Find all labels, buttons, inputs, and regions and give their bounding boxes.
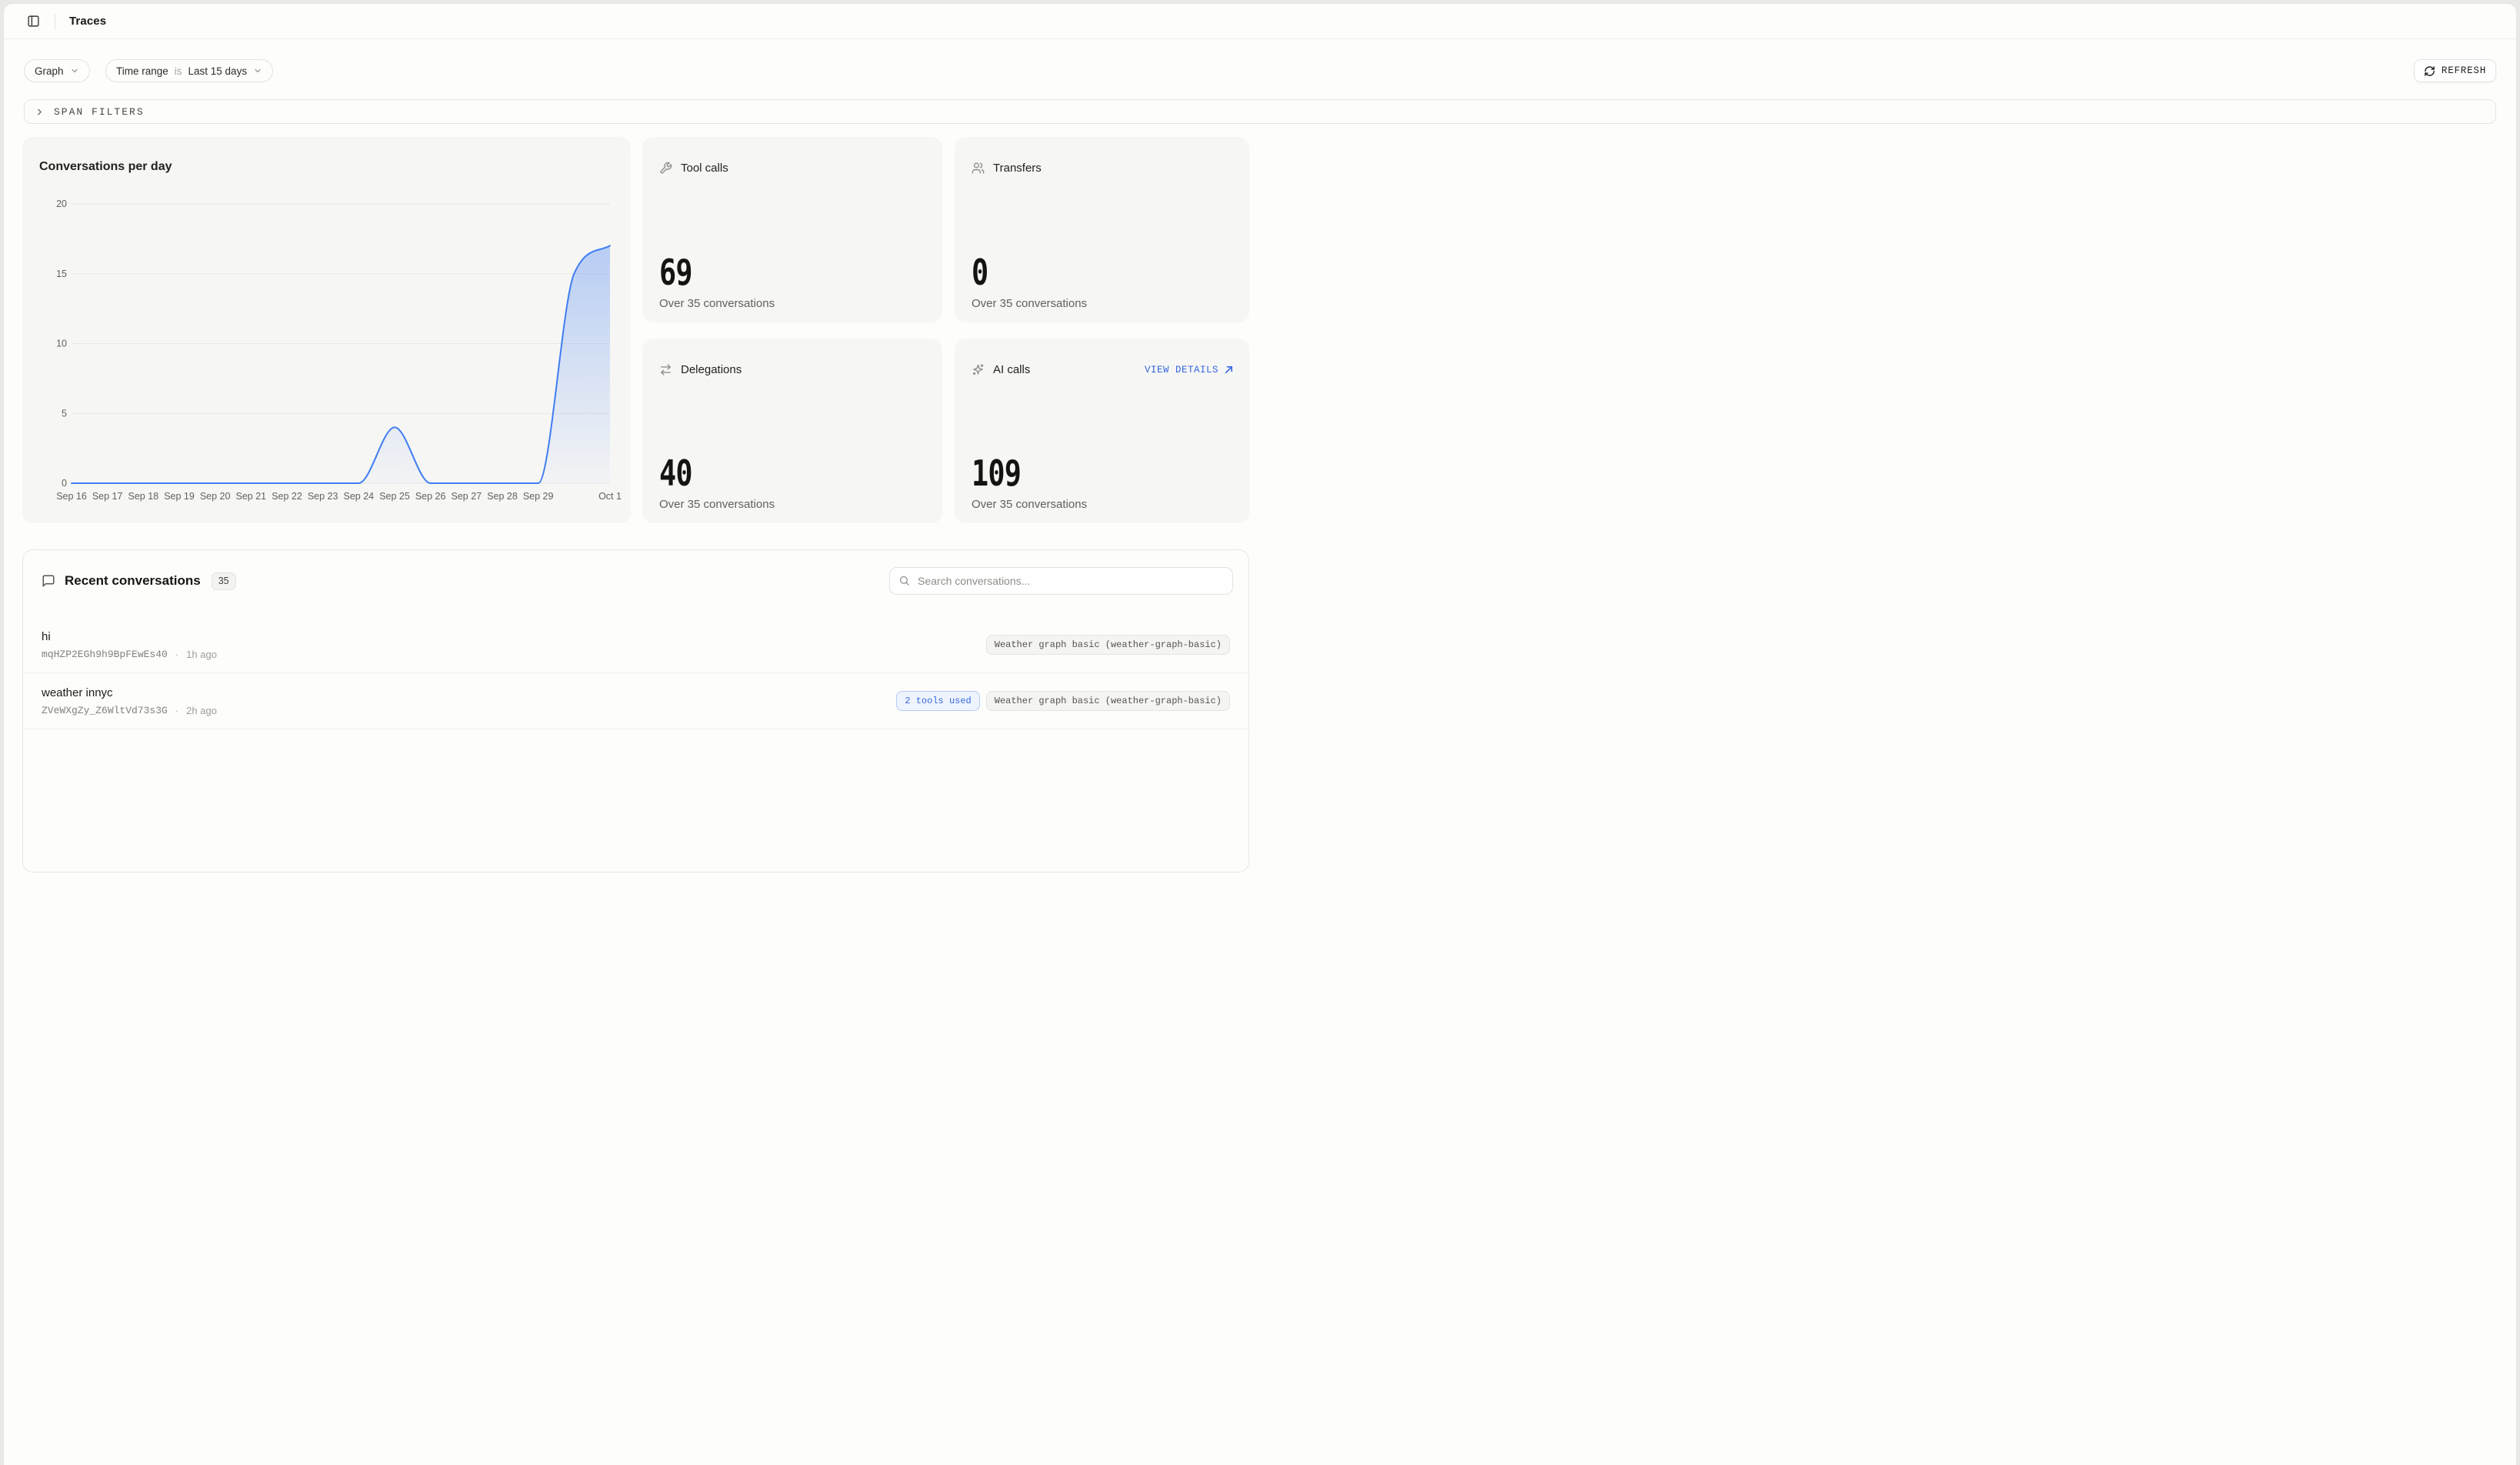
tool-calls-card: Tool calls 69 Over 35 conversations xyxy=(642,137,942,322)
arrows-right-left-icon xyxy=(659,363,672,376)
refresh-icon xyxy=(2424,65,2435,77)
chevron-down-icon xyxy=(253,66,262,75)
conversation-row[interactable]: weather innyc ZVeWXgZy_Z6WltVd73s3G · 2h… xyxy=(23,673,1248,729)
svg-text:Sep 18: Sep 18 xyxy=(128,491,159,502)
time-range-value: Last 15 days xyxy=(188,65,248,77)
svg-text:Oct 1: Oct 1 xyxy=(598,491,622,502)
svg-text:Sep 29: Sep 29 xyxy=(523,491,554,502)
stat-title: Tool calls xyxy=(681,162,728,175)
search-container xyxy=(889,567,1233,595)
conversation-time: 1h ago xyxy=(186,649,217,660)
users-icon xyxy=(972,162,985,175)
view-details-label: VIEW DETAILS xyxy=(1145,365,1218,375)
stat-value: 40 xyxy=(659,456,752,491)
time-range-filter-button[interactable]: Time range is Last 15 days xyxy=(105,59,273,82)
svg-text:0: 0 xyxy=(62,478,67,489)
agent-tag: Weather graph basic (weather-graph-basic… xyxy=(986,635,1230,655)
stat-subtitle: Over 35 conversations xyxy=(972,297,1087,310)
svg-text:Sep 28: Sep 28 xyxy=(487,491,518,502)
time-range-operator: is xyxy=(175,65,182,77)
arrow-up-right-icon xyxy=(1224,365,1234,375)
refresh-button[interactable]: REFRESH xyxy=(2414,59,2496,82)
span-filters-toggle[interactable]: SPAN FILTERS xyxy=(24,99,2496,124)
svg-text:Sep 19: Sep 19 xyxy=(164,491,195,502)
meta-separator: · xyxy=(175,649,178,660)
stat-title: Delegations xyxy=(681,363,742,376)
svg-text:5: 5 xyxy=(62,408,67,419)
svg-text:Sep 27: Sep 27 xyxy=(452,491,482,502)
stat-title: Transfers xyxy=(993,162,1042,175)
traces-page: Traces Graph Time range is Last 15 days … xyxy=(3,3,2517,1465)
svg-text:20: 20 xyxy=(56,199,67,209)
top-bar: Traces xyxy=(4,4,2516,39)
view-select-label: Graph xyxy=(35,65,64,77)
stat-subtitle: Over 35 conversations xyxy=(659,498,775,511)
stat-subtitle: Over 35 conversations xyxy=(659,297,775,310)
svg-text:Sep 26: Sep 26 xyxy=(415,491,446,502)
svg-text:Sep 24: Sep 24 xyxy=(344,491,375,502)
panel-left-icon xyxy=(27,15,40,28)
conversation-count-badge: 35 xyxy=(212,572,236,590)
stat-subtitle: Over 35 conversations xyxy=(972,498,1087,511)
stat-title: AI calls xyxy=(993,363,1030,376)
conversation-title: hi xyxy=(42,630,217,643)
search-input[interactable] xyxy=(889,567,1233,595)
conversation-row[interactable]: hi mqHZP2EGh9h9BpFEwEs40 · 1h ago Weathe… xyxy=(23,617,1248,673)
conversation-title: weather innyc xyxy=(42,686,217,699)
stat-value: 109 xyxy=(972,456,1064,491)
conversations-per-day-chart: 0 5 10 15 20 Sep 16 Sep 17 Sep 18 Sep 19 Sep 20 Se… xyxy=(22,137,631,523)
meta-separator: · xyxy=(175,705,178,716)
svg-text:Sep 22: Sep 22 xyxy=(272,491,302,502)
stat-value: 0 xyxy=(972,255,1064,290)
view-details-link[interactable]: VIEW DETAILS xyxy=(1145,365,1234,375)
tools-used-tag: 2 tools used xyxy=(896,691,979,711)
span-filters-label: SPAN FILTERS xyxy=(54,106,145,118)
section-title: Recent conversations xyxy=(65,573,201,589)
time-range-field: Time range xyxy=(116,65,168,77)
page-title: Traces xyxy=(69,15,106,28)
chevron-right-icon xyxy=(35,107,45,117)
sidebar-toggle-button[interactable] xyxy=(22,11,44,32)
svg-text:10: 10 xyxy=(56,339,67,349)
refresh-label: REFRESH xyxy=(2442,65,2486,76)
svg-text:15: 15 xyxy=(56,269,67,279)
view-select-button[interactable]: Graph xyxy=(24,59,90,82)
svg-text:Sep 25: Sep 25 xyxy=(379,491,410,502)
svg-text:Sep 20: Sep 20 xyxy=(200,491,231,502)
toolbar: Graph Time range is Last 15 days REFRESH xyxy=(24,59,2496,82)
conversation-id: mqHZP2EGh9h9BpFEwEs40 xyxy=(42,649,168,660)
sparkles-icon xyxy=(972,363,985,376)
delegations-card: Delegations 40 Over 35 conversations xyxy=(642,339,942,523)
svg-text:Sep 23: Sep 23 xyxy=(308,491,338,502)
agent-tag: Weather graph basic (weather-graph-basic… xyxy=(986,691,1230,711)
ai-calls-card: AI calls VIEW DETAILS 109 Over 35 conver… xyxy=(955,339,1249,523)
conversation-list: hi mqHZP2EGh9h9BpFEwEs40 · 1h ago Weathe… xyxy=(23,617,1248,729)
recent-conversations-card: Recent conversations 35 hi mqHZP2EGh9h9B… xyxy=(22,549,1249,873)
wrench-icon xyxy=(659,162,672,175)
conversations-chart-card: Conversations per day 05101520Sep 16Sep … xyxy=(22,137,631,523)
svg-text:Sep 17: Sep 17 xyxy=(92,491,123,502)
transfers-card: Transfers 0 Over 35 conversations xyxy=(955,137,1249,322)
stat-value: 69 xyxy=(659,255,752,290)
message-square-icon xyxy=(42,574,55,588)
svg-text:Sep 16: Sep 16 xyxy=(56,491,87,502)
conversation-id: ZVeWXgZy_Z6WltVd73s3G xyxy=(42,705,168,716)
chevron-down-icon xyxy=(70,66,79,75)
svg-text:Sep 21: Sep 21 xyxy=(236,491,267,502)
conversation-time: 2h ago xyxy=(186,705,217,716)
